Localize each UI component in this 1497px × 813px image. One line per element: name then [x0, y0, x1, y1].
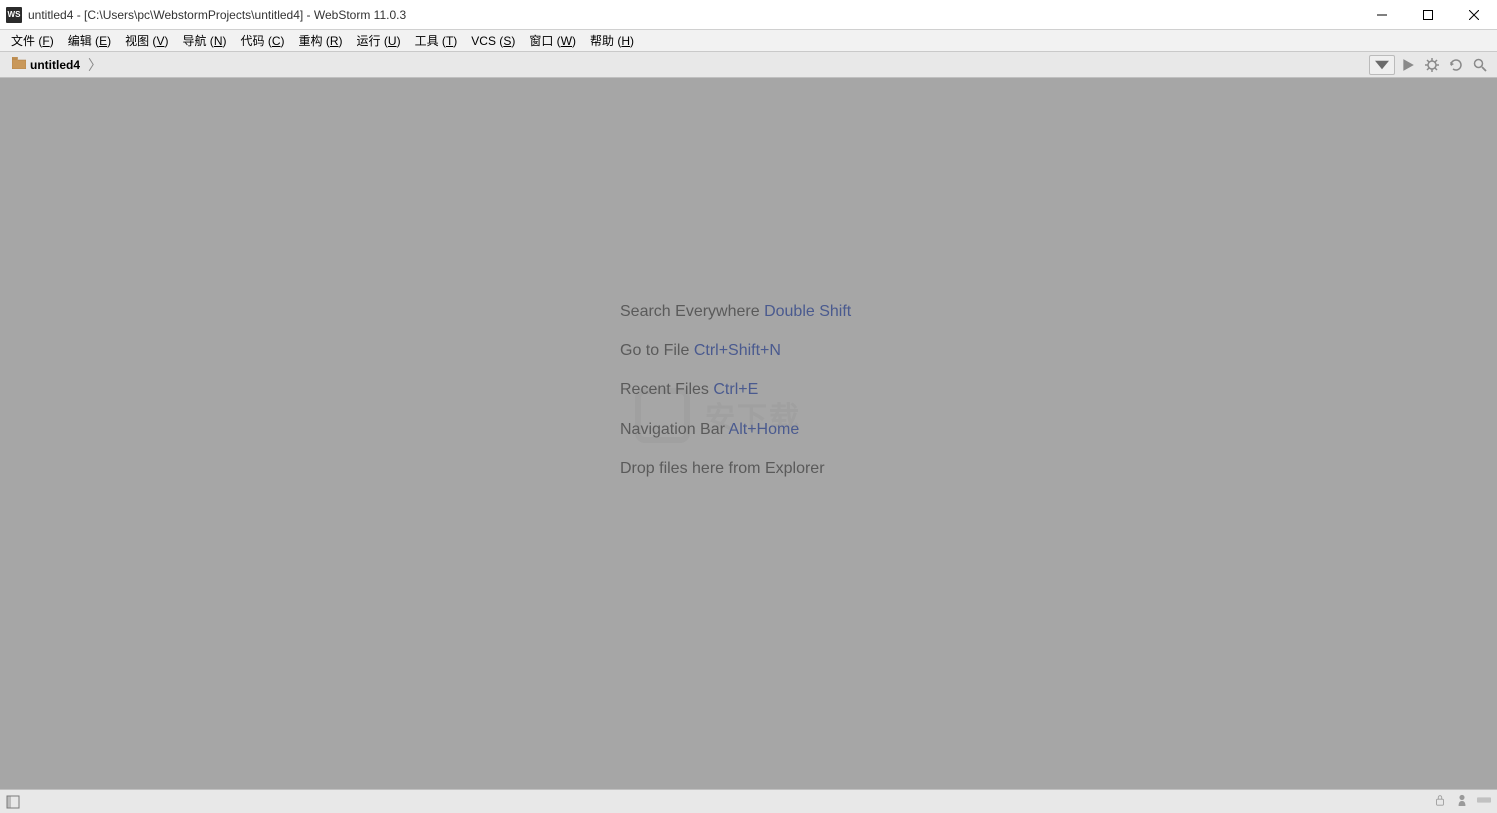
hint-search-everywhere: Search Everywhere Double Shift [620, 302, 851, 321]
maximize-button[interactable] [1405, 0, 1451, 29]
breadcrumb-separator: 〉 [86, 55, 104, 75]
menu-edit[interactable]: 编辑 (E) [61, 32, 118, 49]
memory-indicator-icon[interactable] [1477, 793, 1491, 811]
hint-navigation-bar: Navigation Bar Alt+Home [620, 420, 851, 439]
run-config-dropdown[interactable] [1369, 55, 1395, 75]
menu-window[interactable]: 窗口 (W) [522, 32, 583, 49]
hint-go-to-file: Go to File Ctrl+Shift+N [620, 341, 851, 360]
status-bar [0, 789, 1497, 813]
menu-tools[interactable]: 工具 (T) [408, 32, 465, 49]
folder-icon [12, 56, 26, 74]
search-everywhere-button[interactable] [1469, 55, 1491, 75]
window-controls [1359, 0, 1497, 29]
debug-button[interactable] [1421, 55, 1443, 75]
lock-icon[interactable] [1433, 793, 1447, 811]
menu-refactor[interactable]: 重构 (R) [292, 32, 350, 49]
hint-drop-files: Drop files here from Explorer [620, 459, 851, 478]
menu-vcs[interactable]: VCS (S) [464, 34, 522, 48]
menu-help[interactable]: 帮助 (H) [583, 32, 641, 49]
editor-hints: Search Everywhere Double Shift Go to Fil… [620, 302, 851, 498]
run-button[interactable] [1397, 55, 1419, 75]
tool-windows-button[interactable] [6, 795, 20, 809]
menu-view[interactable]: 视图 (V) [118, 32, 175, 49]
hector-icon[interactable] [1455, 793, 1469, 811]
menu-bar: 文件 (F) 编辑 (E) 视图 (V) 导航 (N) 代码 (C) 重构 (R… [0, 30, 1497, 52]
navigation-bar: untitled4 〉 [0, 52, 1497, 78]
menu-code[interactable]: 代码 (C) [233, 32, 291, 49]
minimize-button[interactable] [1359, 0, 1405, 29]
breadcrumb-label: untitled4 [30, 58, 80, 72]
menu-run[interactable]: 运行 (U) [350, 32, 408, 49]
hint-recent-files: Recent Files Ctrl+E [620, 380, 851, 399]
window-title: untitled4 - [C:\Users\pc\WebstormProject… [28, 8, 1359, 22]
menu-file[interactable]: 文件 (F) [4, 32, 61, 49]
breadcrumb-project[interactable]: untitled4 [6, 54, 86, 76]
close-button[interactable] [1451, 0, 1497, 29]
menu-navigate[interactable]: 导航 (N) [175, 32, 233, 49]
toolbar-right [1369, 55, 1497, 75]
title-bar: WS untitled4 - [C:\Users\pc\WebstormProj… [0, 0, 1497, 30]
app-icon: WS [6, 7, 22, 23]
editor-empty-area[interactable]: 安下载 Search Everywhere Double Shift Go to… [0, 78, 1497, 789]
update-project-button[interactable] [1445, 55, 1467, 75]
